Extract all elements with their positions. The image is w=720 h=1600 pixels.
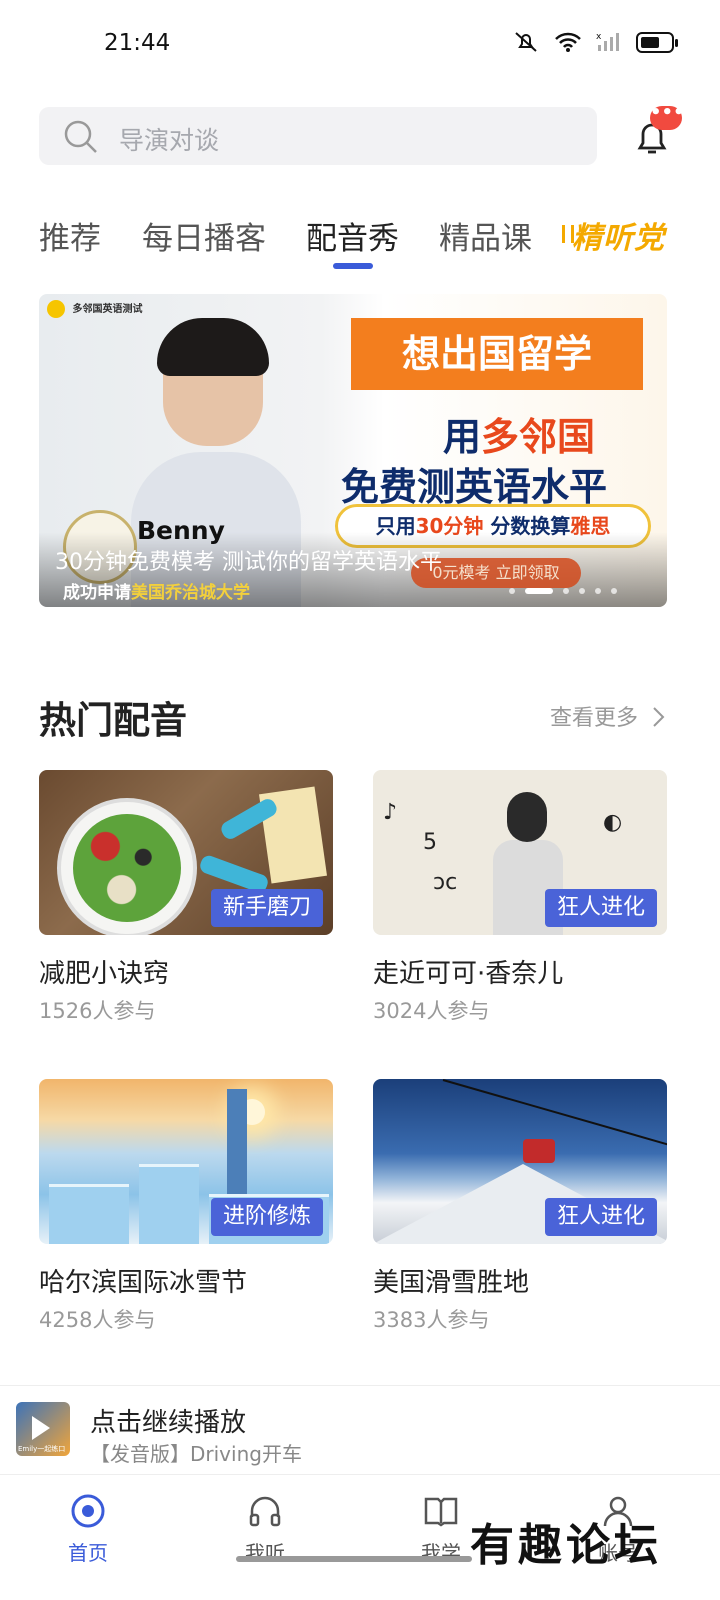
level-tag: 新手磨刀 bbox=[210, 889, 323, 927]
tab-dubbing-show[interactable]: 配音秀 bbox=[306, 213, 399, 258]
duolingo-logo-icon bbox=[47, 300, 65, 318]
card-title: 减肥小诀窍 bbox=[39, 959, 170, 989]
tab-daily-podcast[interactable]: 每日播客 bbox=[142, 213, 266, 258]
status-bar: 21:44 x bbox=[0, 0, 720, 90]
promo-banner[interactable]: 多邻国英语测试 Benny 想出国留学 用多邻国 免费测英语水平 只用30分钟 … bbox=[39, 294, 667, 607]
book-icon bbox=[424, 1497, 458, 1527]
card-thumbnail: 狂人进化 bbox=[373, 1079, 667, 1244]
chevron-right-icon bbox=[653, 707, 665, 727]
level-tag: 进阶修炼 bbox=[210, 1198, 323, 1236]
tab-recommend[interactable]: 推荐 bbox=[39, 213, 101, 258]
banner-caption: 30分钟免费模考 测试你的留学英语水平 bbox=[55, 550, 442, 575]
banner-pagination bbox=[509, 588, 617, 594]
battery-icon bbox=[636, 31, 678, 53]
active-tab-indicator bbox=[333, 263, 373, 269]
search-bar[interactable]: 导演对谈 bbox=[39, 107, 597, 165]
dubbing-card[interactable]: 进阶修炼 哈尔滨国际冰雪节 4258人参与 bbox=[39, 1079, 333, 1339]
mini-player-title: 点击继续播放 bbox=[90, 1408, 247, 1438]
search-placeholder: 导演对谈 bbox=[119, 126, 220, 155]
tab-intensive-listening[interactable]: 精听党 bbox=[562, 213, 665, 257]
level-tag: 狂人进化 bbox=[544, 1198, 657, 1236]
card-thumbnail: 进阶修炼 bbox=[39, 1079, 333, 1244]
pagination-dot bbox=[509, 588, 515, 594]
bottom-navigation: 首页 我听 我学 账号 有趣论坛 bbox=[0, 1474, 720, 1600]
status-icons: x bbox=[512, 30, 678, 54]
pagination-dot bbox=[563, 588, 569, 594]
pagination-dot bbox=[595, 588, 601, 594]
see-more-link[interactable]: 查看更多 bbox=[550, 700, 667, 732]
nav-label: 首页 bbox=[68, 1541, 108, 1565]
mini-player-cover-text: Emily一起练口 bbox=[18, 1445, 66, 1453]
battery-level bbox=[641, 36, 659, 48]
banner-headline-2: 用多邻国 bbox=[443, 415, 596, 459]
notification-button[interactable]: ••• bbox=[628, 104, 685, 160]
mini-player-subtitle: 【发音版】Driving开车 bbox=[90, 1442, 302, 1466]
dubbing-card[interactable]: ♪ 5 ↄc ◐ 狂人进化 走近可可·香奈儿 3024人参与 bbox=[373, 770, 667, 1030]
duolingo-logo: 多邻国英语测试 bbox=[47, 300, 142, 318]
banner-headline-3: 免费测英语水平 bbox=[341, 465, 608, 509]
play-icon[interactable] bbox=[32, 1416, 50, 1440]
status-time: 21:44 bbox=[104, 30, 171, 56]
nav-home[interactable]: 首页 bbox=[28, 1491, 148, 1566]
card-participants: 3383人参与 bbox=[373, 1308, 490, 1332]
card-thumbnail: ♪ 5 ↄc ◐ 狂人进化 bbox=[373, 770, 667, 935]
notification-badge: ••• bbox=[650, 104, 685, 130]
level-tag: 狂人进化 bbox=[544, 889, 657, 927]
card-participants: 4258人参与 bbox=[39, 1308, 156, 1332]
duolingo-logo-text: 多邻国英语测试 bbox=[72, 304, 143, 315]
card-participants: 3024人参与 bbox=[373, 999, 490, 1023]
signal-icon: x bbox=[596, 32, 619, 51]
category-tabs: 推荐 每日播客 配音秀 精品课 精听党 bbox=[0, 205, 720, 275]
mini-player[interactable]: Emily一起练口 点击继续播放 【发音版】Driving开车 bbox=[0, 1385, 720, 1473]
section-title: 热门配音 bbox=[39, 699, 187, 742]
dubbing-card[interactable]: 狂人进化 美国滑雪胜地 3383人参与 bbox=[373, 1079, 667, 1339]
banner-subtext: 成功申请美国乔治城大学 bbox=[63, 583, 250, 603]
pagination-dot-active bbox=[525, 588, 553, 594]
pagination-dot bbox=[579, 588, 585, 594]
pagination-dot bbox=[611, 588, 617, 594]
home-indicator[interactable] bbox=[236, 1556, 472, 1562]
wifi-icon bbox=[555, 32, 581, 52]
see-more-label: 查看更多 bbox=[550, 706, 639, 731]
nav-listen[interactable]: 我听 bbox=[205, 1491, 325, 1566]
card-thumbnail: 新手磨刀 bbox=[39, 770, 333, 935]
dubbing-card[interactable]: 新手磨刀 减肥小诀窍 1526人参与 bbox=[39, 770, 333, 1030]
banner-headline-1: 想出国留学 bbox=[351, 318, 643, 390]
card-title: 走近可可·香奈儿 bbox=[373, 959, 564, 989]
svg-text:x: x bbox=[596, 32, 602, 42]
watermark: 有趣论坛 bbox=[470, 1520, 662, 1571]
headphones-icon bbox=[249, 1496, 281, 1527]
card-title: 美国滑雪胜地 bbox=[373, 1268, 530, 1298]
mute-icon bbox=[515, 32, 537, 52]
home-icon bbox=[71, 1494, 105, 1528]
tab-premium-course[interactable]: 精品课 bbox=[439, 213, 532, 258]
search-icon bbox=[64, 120, 97, 153]
card-title: 哈尔滨国际冰雪节 bbox=[39, 1268, 248, 1298]
card-participants: 1526人参与 bbox=[39, 999, 156, 1023]
